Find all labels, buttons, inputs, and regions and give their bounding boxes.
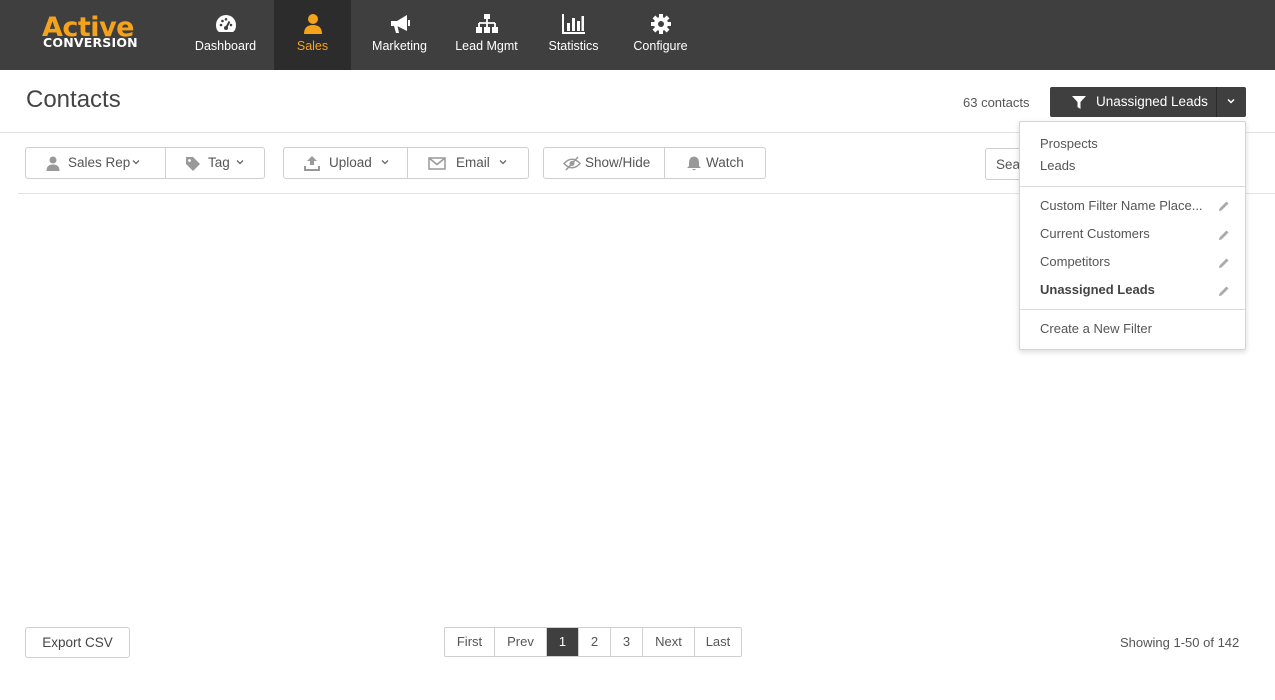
filter-option-competitors[interactable]: Competitors (1040, 254, 1110, 269)
upload-label: Upload (329, 155, 372, 170)
tag-label: Tag (208, 155, 230, 170)
filter-option-unassigned-leads[interactable]: Unassigned Leads (1040, 282, 1155, 297)
page-last[interactable]: Last (695, 628, 741, 656)
filter-option-leads[interactable]: Leads (1040, 158, 1075, 173)
user-icon (46, 156, 60, 171)
filter-funnel-icon (1072, 96, 1086, 109)
chevron-down-icon (381, 160, 389, 165)
page-1[interactable]: 1 (547, 628, 579, 656)
bell-icon (687, 156, 701, 171)
filter-option-current-customers[interactable]: Current Customers (1040, 226, 1150, 241)
export-csv-button[interactable]: Export CSV (25, 627, 130, 658)
nav-label: Sales (296, 39, 329, 53)
page-next[interactable]: Next (643, 628, 695, 656)
showhide-watch-button-group: Show/Hide Watch (543, 147, 766, 179)
nav-statistics[interactable]: Statistics (535, 0, 612, 70)
show-hide-button[interactable]: Show/Hide (544, 148, 665, 178)
nav-sales[interactable]: Sales (274, 0, 351, 70)
create-new-filter-link[interactable]: Create a New Filter (1040, 321, 1152, 336)
chevron-down-icon[interactable] (1226, 96, 1236, 106)
contact-count: 63 contacts (963, 95, 1030, 110)
nav-dashboard[interactable]: Dashboard (187, 0, 264, 70)
tag-icon (186, 157, 200, 171)
filter-option-prospects[interactable]: Prospects (1040, 136, 1098, 151)
nav-configure[interactable]: Configure (622, 0, 699, 70)
showing-range: Showing 1-50 of 142 (1120, 635, 1240, 650)
eye-slash-icon (563, 156, 581, 171)
page-title: Contacts (26, 86, 121, 113)
watch-label: Watch (706, 155, 744, 170)
filter-label: Unassigned Leads (1096, 94, 1208, 109)
page-3[interactable]: 3 (611, 628, 643, 656)
pencil-edit-icon[interactable] (1218, 200, 1230, 212)
pencil-edit-icon[interactable] (1218, 285, 1230, 297)
top-nav-bar: Active CONVERSION Dashboard Sales Market… (0, 0, 1275, 70)
nav-label: Configure (633, 39, 688, 53)
pagination: First Prev 1 2 3 Next Last (444, 627, 742, 657)
watch-button[interactable]: Watch (665, 148, 765, 178)
divider (1020, 186, 1245, 187)
upload-icon (304, 156, 320, 171)
upload-button[interactable]: Upload (284, 148, 408, 178)
divider (1020, 309, 1245, 310)
filter-dropdown-button[interactable]: Unassigned Leads (1050, 87, 1246, 117)
sales-rep-label: Sales Rep (68, 155, 131, 170)
email-button[interactable]: Email (408, 148, 528, 178)
page-2[interactable]: 2 (579, 628, 611, 656)
rep-tag-button-group: Sales Rep Tag (25, 147, 265, 179)
page-first[interactable]: First (445, 628, 495, 656)
nav-label: Statistics (548, 39, 599, 53)
sales-rep-button[interactable]: Sales Rep (26, 148, 166, 178)
export-csv-label: Export CSV (42, 635, 113, 650)
nav-label: Dashboard (194, 39, 257, 53)
filter-dropdown-menu: Prospects Leads Custom Filter Name Place… (1019, 121, 1246, 350)
email-label: Email (456, 155, 490, 170)
chevron-down-icon (132, 160, 140, 165)
envelope-icon (428, 157, 446, 170)
filter-option-custom[interactable]: Custom Filter Name Place... (1040, 198, 1203, 213)
megaphone-icon (390, 15, 410, 33)
logo-line2: CONVERSION (43, 35, 138, 50)
active-conversion-logo[interactable]: Active CONVERSION (42, 14, 152, 54)
nav-marketing[interactable]: Marketing (361, 0, 438, 70)
bar-chart-icon (561, 14, 585, 34)
nav-label: Lead Mgmt (455, 39, 518, 53)
user-icon (303, 14, 322, 34)
upload-email-button-group: Upload Email (283, 147, 529, 179)
show-hide-label: Show/Hide (585, 155, 651, 170)
nav-label: Marketing (372, 39, 427, 53)
pencil-edit-icon[interactable] (1218, 229, 1230, 241)
pencil-edit-icon[interactable] (1218, 257, 1230, 269)
tag-button[interactable]: Tag (166, 148, 264, 178)
dashboard-gauge-icon (215, 15, 236, 32)
search-placeholder: Sea (996, 157, 1021, 172)
chevron-down-icon (236, 160, 244, 165)
gear-icon (650, 14, 671, 34)
page-prev[interactable]: Prev (495, 628, 547, 656)
divider (1216, 87, 1217, 117)
chevron-down-icon (499, 160, 507, 165)
nav-lead-mgmt[interactable]: Lead Mgmt (448, 0, 525, 70)
org-chart-icon (475, 14, 498, 33)
